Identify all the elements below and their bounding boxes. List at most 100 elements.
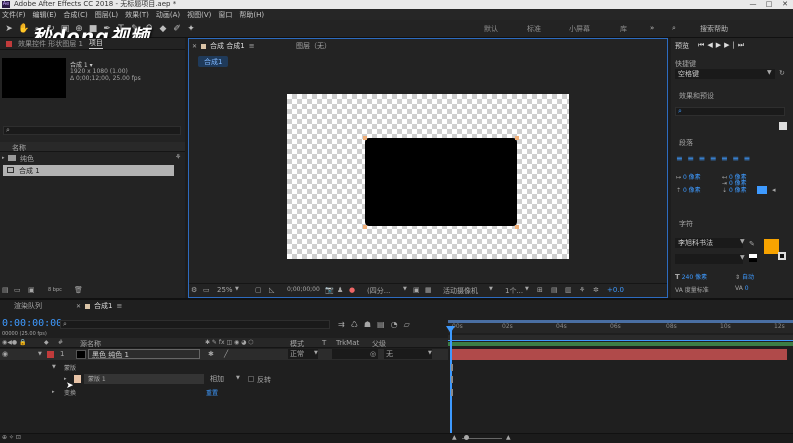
playback-controls[interactable]: ⏮◀▶▶|⏭ <box>698 41 747 50</box>
kerning-field[interactable]: VA 度量标准 <box>675 285 709 294</box>
mask-name-field[interactable]: 蒙版 1 <box>84 374 204 384</box>
new-folder-icon[interactable]: ▭ <box>14 286 21 294</box>
panel-menu-icon[interactable]: ≡ <box>117 302 123 310</box>
zoom-level-select[interactable]: 25% <box>217 286 233 294</box>
font-style-select[interactable] <box>675 254 743 264</box>
trkmat-column[interactable]: TrkMat <box>336 339 359 347</box>
mask-vertex-handle[interactable] <box>363 225 367 229</box>
layer-tab[interactable]: 图层（无） <box>296 41 331 51</box>
time-ruler[interactable]: 00s 02s 04s 06s 08s 10s 12s <box>448 323 793 333</box>
source-name-column[interactable]: 源名称 <box>80 339 101 349</box>
selection-tool-icon[interactable]: ➤ <box>4 24 14 34</box>
space-before-value[interactable]: 0 像素 <box>683 187 701 194</box>
maximize-button[interactable]: □ <box>761 0 777 9</box>
menu-edit[interactable]: 编辑(E) <box>33 10 57 20</box>
monitor-icon[interactable]: ▭ <box>203 286 210 294</box>
chevron-right-icon[interactable]: ▸ <box>2 155 5 161</box>
workspace-libraries[interactable]: 库 <box>620 24 627 34</box>
layer-duration-bar[interactable] <box>452 349 787 360</box>
render-queue-tab[interactable]: 渲染队列 <box>14 301 42 311</box>
masked-solid-layer[interactable] <box>365 138 517 226</box>
space-after-value[interactable]: 0 像素 <box>729 187 747 194</box>
mode-column[interactable]: 模式 <box>290 339 304 349</box>
font-family-select[interactable]: 李旭科书法 <box>675 238 743 248</box>
flowchart-icon[interactable]: ⚘ <box>579 286 585 294</box>
chevron-down-icon[interactable]: ▼ <box>52 364 56 370</box>
chevron-down-icon[interactable]: ▼ <box>428 350 432 356</box>
menu-file[interactable]: 文件(F) <box>2 10 26 20</box>
exposure-value[interactable]: +0.0 <box>607 286 624 294</box>
fill-color-swatch[interactable] <box>764 239 779 254</box>
next-frame-icon[interactable]: ▶| <box>724 41 738 49</box>
more-workspaces-icon[interactable]: » <box>650 24 654 32</box>
reset-link[interactable]: 重置 <box>206 388 218 397</box>
workspace-standard[interactable]: 标准 <box>527 24 541 34</box>
flowchart-icon[interactable]: ⚘ <box>175 153 181 161</box>
project-tab[interactable]: 项目 <box>88 38 103 49</box>
trash-icon[interactable]: 🗑 <box>74 286 83 294</box>
prev-frame-icon[interactable]: ◀ <box>707 41 715 49</box>
kerning-value[interactable]: 度量标准 <box>685 287 709 294</box>
fast-previews-icon[interactable]: ▤ <box>551 286 558 294</box>
snapshot-icon[interactable]: 📷 <box>325 286 334 294</box>
list-item[interactable]: ▸ 纯色 ⚘ <box>0 153 185 164</box>
play-icon[interactable]: ▶ <box>716 41 724 49</box>
chevron-down-icon[interactable]: ▼ <box>38 351 42 357</box>
close-icon[interactable]: ✕ <box>192 43 197 50</box>
tracking-value[interactable]: 0 <box>745 285 749 292</box>
tab-comp1-flow[interactable]: 合成1 <box>198 56 229 67</box>
menu-view[interactable]: 视图(V) <box>187 10 211 20</box>
chevron-down-icon[interactable]: ▼ <box>525 286 529 292</box>
tracking-field[interactable]: VA 0 <box>735 285 749 292</box>
quality-switch-icon[interactable]: ╱ <box>224 350 228 358</box>
text-direction-ltr-icon[interactable] <box>757 186 767 194</box>
timeline-timecode[interactable]: 0:00:00:00 <box>2 318 62 329</box>
first-line-field[interactable]: ⇥ 0 像素 <box>722 178 747 187</box>
indent-left-field[interactable]: ↦ 0 像素 <box>676 172 701 181</box>
bpc-toggle[interactable]: 8 bpc <box>48 287 62 293</box>
shy-switch-icon[interactable]: ✱ <box>208 350 214 358</box>
space-before-field[interactable]: ⇡ 0 像素 <box>676 185 701 194</box>
black-swatch[interactable] <box>749 258 757 262</box>
first-line-value[interactable]: 0 像素 <box>729 180 747 187</box>
color-channels-icon[interactable]: ● <box>349 286 355 294</box>
minimize-button[interactable]: — <box>745 0 761 9</box>
chevron-right-icon[interactable]: ▸ <box>52 389 55 395</box>
chevron-down-icon[interactable]: ▼ <box>403 286 407 292</box>
chevron-down-icon[interactable]: ▼ <box>767 69 772 76</box>
close-icon[interactable]: ✕ <box>76 303 81 310</box>
menu-composition[interactable]: 合成(C) <box>63 10 87 20</box>
last-frame-icon[interactable]: ⏭ <box>738 41 747 49</box>
resolution-select[interactable]: (四分... <box>367 286 390 296</box>
chevron-down-icon[interactable]: ▼ <box>740 238 745 245</box>
leading-value[interactable]: 自动 <box>742 274 754 281</box>
mask-vertex-handle[interactable] <box>515 225 519 229</box>
interpret-footage-icon[interactable]: ▤ <box>2 286 9 294</box>
zoom-slider-thumb[interactable] <box>464 435 469 440</box>
indent-left-value[interactable]: 0 像素 <box>683 174 701 181</box>
parent-select[interactable]: 无 <box>384 349 432 359</box>
label-color-swatch[interactable] <box>47 351 54 358</box>
chevron-down-icon[interactable]: ▼ <box>314 350 318 356</box>
transparency-grid-icon[interactable]: ▦ <box>425 286 432 294</box>
puppet-tool-icon[interactable]: ✦ <box>186 24 196 34</box>
invert-checkbox[interactable] <box>248 376 254 382</box>
mask-color-swatch[interactable] <box>74 375 81 383</box>
search-help-input[interactable]: 搜索帮助 <box>700 24 728 34</box>
preview-tab[interactable]: 预览 <box>675 41 689 51</box>
menu-window[interactable]: 窗口 <box>218 10 232 20</box>
view-layout-select[interactable]: 1个... <box>505 286 523 296</box>
table-row[interactable]: ◉ ▼ 1 黑色 纯色 1 ✱ ╱ 正常 ▼ ◎ 无 ▼ <box>0 349 448 360</box>
paragraph-align-buttons[interactable]: ≡ ≡ ≡ ≡ ≡ ≡ ≡ <box>676 154 751 163</box>
zoom-out-icon[interactable]: ▲ <box>452 434 457 441</box>
toggle-panes-icons[interactable]: ⊕ ✧ ⊡ <box>2 434 21 441</box>
work-area-bar[interactable] <box>448 320 793 323</box>
character-tab[interactable]: 字符 <box>679 219 693 229</box>
always-preview-icon[interactable]: ⚙ <box>191 286 197 294</box>
font-size-field[interactable]: T 240 像素 <box>675 272 707 281</box>
effects-controls-tab[interactable]: 效果控件 形状图层 1 <box>18 39 83 49</box>
stroke-color-swatch[interactable] <box>778 252 786 260</box>
mask-vertex-handle[interactable] <box>515 136 519 140</box>
font-size-value[interactable]: 240 像素 <box>682 274 707 281</box>
first-frame-icon[interactable]: ⏮ <box>698 41 707 49</box>
